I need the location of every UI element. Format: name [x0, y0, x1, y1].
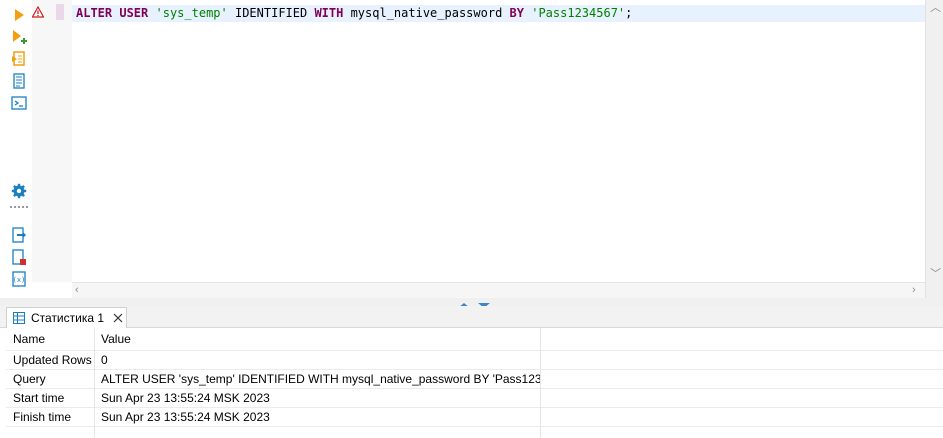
- results-tab-strip: Статистика 1: [0, 306, 943, 328]
- table-row[interactable]: Updated Rows 0: [6, 351, 943, 370]
- sql-editor[interactable]: (x) ALTER USER 'sys_temp' IDENTIFIED WIT…: [0, 0, 943, 298]
- close-icon[interactable]: [113, 312, 125, 324]
- panel-splitter[interactable]: [0, 298, 943, 308]
- sql-token: 'Pass1234567': [531, 6, 626, 20]
- new-script-icon[interactable]: [10, 248, 28, 266]
- scroll-down-icon[interactable]: ﹀: [930, 268, 941, 280]
- sql-token: mysql_native_password: [343, 6, 510, 20]
- column-header-name[interactable]: Name: [13, 328, 93, 351]
- code-area[interactable]: ALTER USER 'sys_temp' IDENTIFIED WITH my…: [72, 0, 925, 282]
- row-value-cell: ALTER USER 'sys_temp' IDENTIFIED WITH my…: [101, 372, 541, 386]
- vertical-scrollbar[interactable]: ︿ ﹀: [925, 0, 943, 298]
- variables-icon[interactable]: (x): [10, 270, 28, 288]
- sql-token: 'sys_temp': [155, 6, 228, 20]
- table-row[interactable]: Start time Sun Apr 23 13:55:24 MSK 2023: [6, 389, 943, 408]
- splitter-arrows-icon[interactable]: [456, 298, 496, 308]
- toolbar-separator: [10, 206, 28, 212]
- sql-statement-line[interactable]: ALTER USER 'sys_temp' IDENTIFIED WITH my…: [72, 5, 925, 22]
- sql-token: WITH: [314, 6, 344, 20]
- export-icon[interactable]: [10, 226, 28, 244]
- open-console-icon[interactable]: [10, 94, 28, 112]
- tab-statistics-label: Статистика 1: [31, 311, 105, 325]
- sql-token: BY: [509, 6, 524, 20]
- column-header-value[interactable]: Value: [101, 328, 541, 351]
- row-name-cell: Updated Rows: [13, 353, 92, 367]
- table-grid-icon: [13, 312, 25, 324]
- row-value-cell: 0: [101, 353, 108, 367]
- editor-gutter: [31, 0, 72, 282]
- sql-token: IDENTIFIED: [227, 6, 315, 20]
- row-value-cell: Sun Apr 23 13:55:24 MSK 2023: [101, 410, 270, 424]
- column-divider: [540, 328, 541, 438]
- column-divider: [94, 328, 95, 438]
- table-row[interactable]: Finish time Sun Apr 23 13:55:24 MSK 2023: [6, 408, 943, 427]
- sql-token: USER: [119, 6, 149, 20]
- sql-token: ALTER: [76, 6, 113, 20]
- execute-statement-icon[interactable]: [10, 6, 28, 24]
- row-name-cell: Start time: [13, 391, 65, 405]
- svg-text:(x): (x): [13, 276, 26, 284]
- settings-icon[interactable]: [10, 182, 28, 200]
- tab-statistics[interactable]: Статистика 1: [6, 307, 127, 328]
- scroll-right-icon[interactable]: ›: [912, 284, 916, 296]
- scroll-left-icon[interactable]: ‹: [75, 284, 79, 296]
- scroll-up-icon[interactable]: ︿: [930, 2, 941, 14]
- editor-side-toolbar: (x): [6, 0, 32, 298]
- statistics-grid: Name Value Updated Rows 0 Query ALTER US…: [6, 328, 943, 438]
- explain-plan-icon[interactable]: [10, 72, 28, 90]
- row-value-cell: Sun Apr 23 13:55:24 MSK 2023: [101, 391, 270, 405]
- horizontal-scrollbar[interactable]: ‹ ›: [72, 282, 925, 298]
- execute-script-icon[interactable]: [10, 50, 28, 68]
- row-name-cell: Query: [13, 372, 46, 386]
- current-line-marker: [56, 4, 64, 20]
- execute-in-new-tab-icon[interactable]: [10, 28, 28, 46]
- row-name-cell: Finish time: [13, 410, 72, 424]
- results-panel: Статистика 1 Name Value Updated Rows 0 Q…: [0, 306, 943, 438]
- table-row[interactable]: Query ALTER USER 'sys_temp' IDENTIFIED W…: [6, 370, 943, 389]
- grid-header-row: Name Value: [6, 328, 943, 351]
- sql-token: ;: [625, 6, 633, 20]
- warning-icon: [31, 5, 46, 20]
